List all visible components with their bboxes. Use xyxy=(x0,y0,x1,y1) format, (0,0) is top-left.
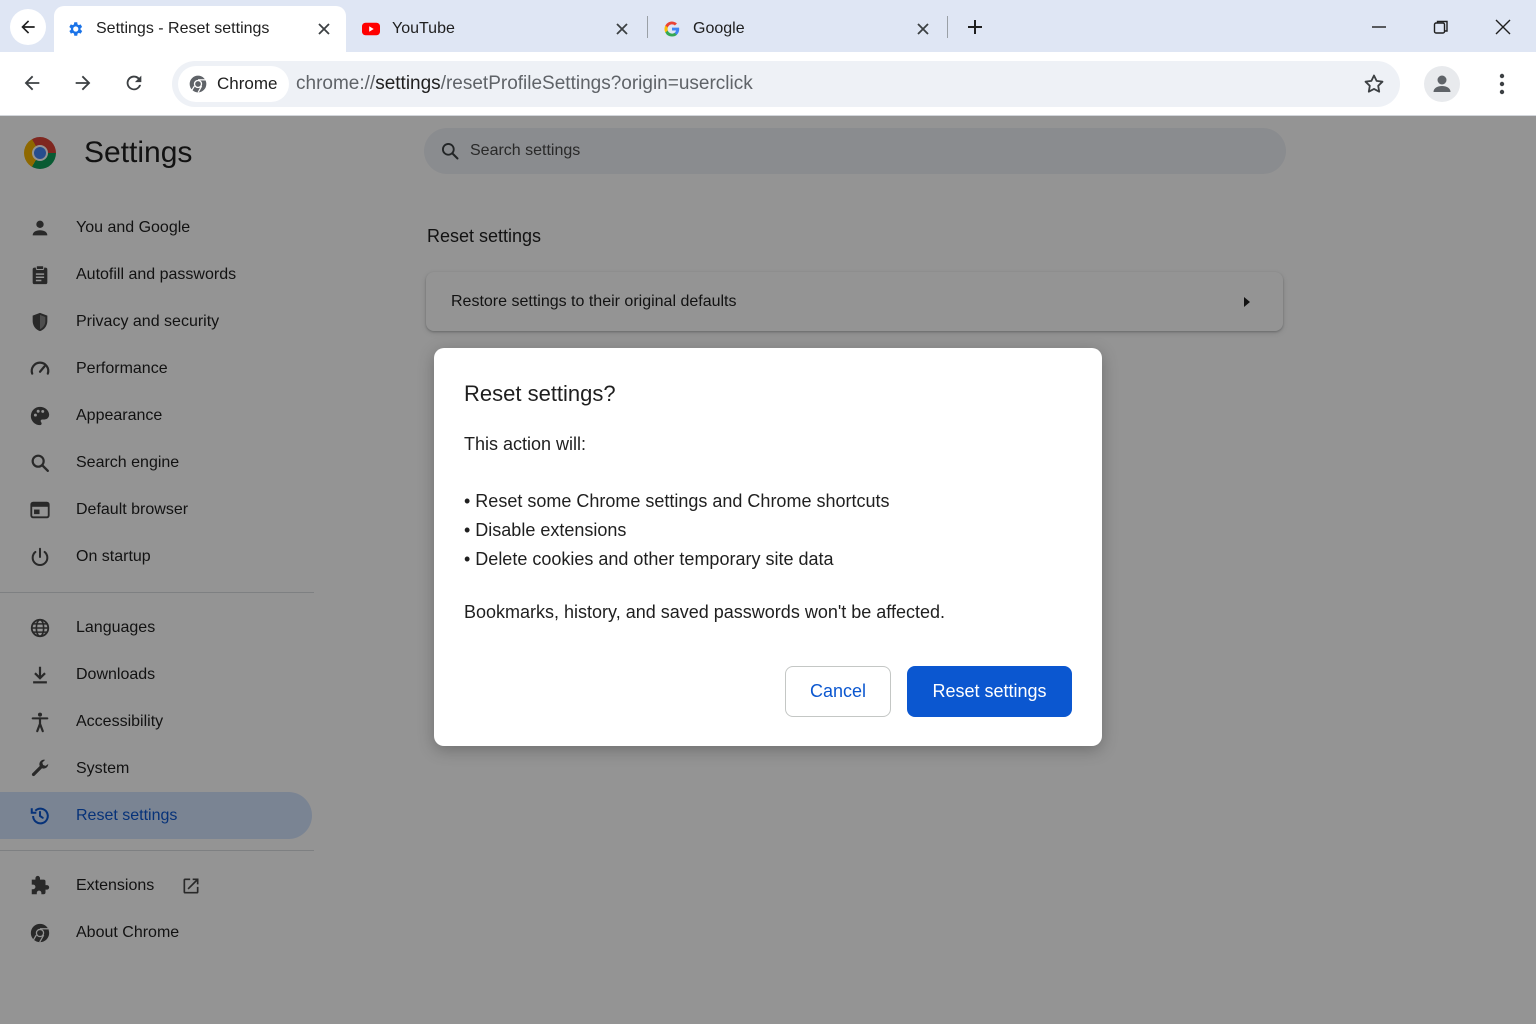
tab-strip: Settings - Reset settings YouTube Google xyxy=(0,0,1536,52)
tab-settings[interactable]: Settings - Reset settings xyxy=(54,6,346,52)
chip-label: Chrome xyxy=(217,74,278,93)
arrow-left-icon xyxy=(18,17,38,37)
close-tab-icon[interactable] xyxy=(314,19,334,39)
reset-settings-dialog: Reset settings? This action will: • Rese… xyxy=(434,348,1102,746)
gear-icon xyxy=(66,20,84,38)
site-info-chip[interactable]: Chrome xyxy=(178,66,290,102)
browser-toolbar: Chrome chrome://settings/resetProfileSet… xyxy=(0,52,1536,116)
url-host: settings xyxy=(375,73,441,94)
more-vert-icon xyxy=(1499,73,1505,95)
tab-title: Settings - Reset settings xyxy=(96,20,270,37)
reload-button[interactable] xyxy=(117,66,151,100)
chrome-icon xyxy=(188,74,208,94)
plus-icon xyxy=(966,18,984,36)
arrow-right-icon xyxy=(72,72,94,94)
minimize-button[interactable] xyxy=(1364,12,1394,42)
list-item: • Reset some Chrome settings and Chrome … xyxy=(464,491,890,511)
tab-separator xyxy=(647,16,648,38)
tab-title: YouTube xyxy=(392,20,455,37)
restore-window-icon xyxy=(1433,19,1449,35)
tab-title: Google xyxy=(693,20,745,37)
close-tab-icon[interactable] xyxy=(913,19,933,39)
close-tab-icon[interactable] xyxy=(612,19,632,39)
restore-button[interactable] xyxy=(1426,12,1456,42)
close-icon xyxy=(1495,19,1511,35)
close-window-button[interactable] xyxy=(1488,12,1518,42)
address-bar[interactable]: Chrome chrome://settings/resetProfileSet… xyxy=(172,61,1400,107)
chrome-menu-button[interactable] xyxy=(1490,69,1514,99)
dialog-action-list: • Reset some Chrome settings and Chrome … xyxy=(464,487,889,574)
profile-button[interactable] xyxy=(1424,66,1460,102)
forward-button[interactable] xyxy=(66,66,100,100)
arrow-left-icon xyxy=(21,72,43,94)
tab-google[interactable]: Google xyxy=(651,6,945,52)
url-path: /resetProfileSettings?origin=userclick xyxy=(440,73,753,94)
minimize-icon xyxy=(1371,19,1387,35)
dialog-note: Bookmarks, history, and saved passwords … xyxy=(464,602,946,622)
google-icon xyxy=(663,20,681,38)
tab-youtube[interactable]: YouTube xyxy=(350,6,644,52)
list-item: • Disable extensions xyxy=(464,520,627,540)
tab-separator xyxy=(947,16,948,38)
bookmark-star-icon[interactable] xyxy=(1362,72,1386,96)
youtube-icon xyxy=(362,20,380,38)
back-button[interactable] xyxy=(15,66,49,100)
new-tab-button[interactable] xyxy=(962,14,988,40)
url-scheme: chrome:// xyxy=(296,73,376,94)
reload-icon xyxy=(123,72,145,94)
dialog-title: Reset settings? xyxy=(464,381,616,406)
cancel-button[interactable]: Cancel xyxy=(785,666,891,717)
reset-settings-button[interactable]: Reset settings xyxy=(907,666,1072,717)
account-icon xyxy=(1430,72,1454,96)
list-item: • Delete cookies and other temporary sit… xyxy=(464,549,834,569)
dialog-intro: This action will: xyxy=(464,434,587,454)
tab-search-button[interactable] xyxy=(10,9,46,45)
url-text[interactable]: chrome://settings/resetProfileSettings?o… xyxy=(296,61,753,107)
